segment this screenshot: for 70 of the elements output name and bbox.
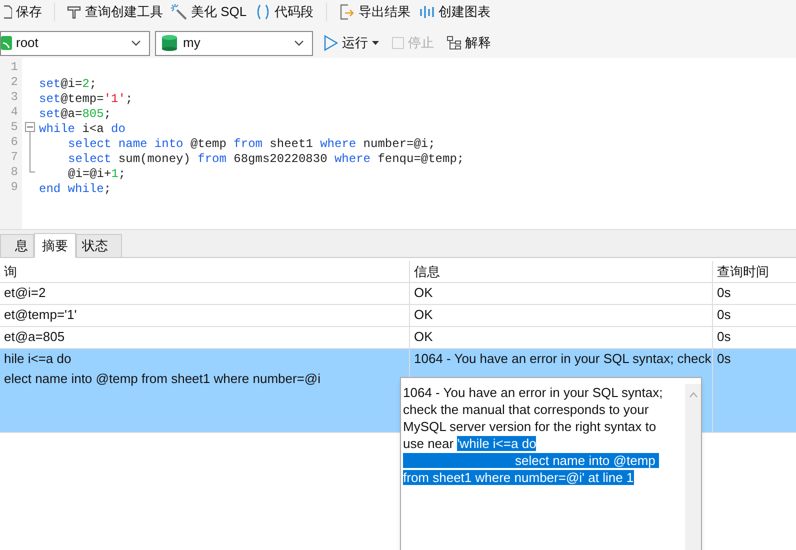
code-line: set@i=2;	[39, 76, 97, 92]
table-cell-text: 0s	[717, 328, 732, 346]
table-cell-text: OK	[414, 306, 434, 324]
table-cell-text: et@temp='1'	[4, 306, 78, 324]
code-line: @i=@i+1;	[68, 166, 126, 182]
table-cell-text: et@i=2	[4, 284, 47, 302]
table-cell-text: OK	[414, 284, 434, 302]
table-cell-text: OK	[414, 328, 434, 346]
line-number: 7	[10, 150, 19, 165]
toolbar-button[interactable]: 查询创建工具	[63, 1, 167, 23]
bar-chart-icon	[418, 4, 435, 20]
table-cell-text: 0s	[717, 306, 732, 324]
fold-toggle-icon[interactable]	[25, 122, 35, 132]
toolbar-button[interactable]: 保存	[0, 1, 46, 23]
code-line: end while;	[39, 180, 112, 198]
line-number: 1	[10, 60, 19, 75]
action-button[interactable]: 运行	[320, 32, 383, 54]
code-line: select sum(money) from 68gms20220830 where fenqu=@temp;	[68, 150, 464, 168]
toolbar-button[interactable]: 创建图表	[414, 1, 495, 23]
play-icon	[324, 35, 338, 51]
error-text-line: check the manual that corresponds to your	[403, 401, 650, 418]
column-header[interactable]: 询	[0, 261, 409, 282]
toolbar-button[interactable]: 美化 SQL	[167, 1, 251, 23]
error-text-line: use near 'while i<=a do	[403, 435, 538, 452]
table-cell-text: 0s	[717, 350, 732, 368]
toolbar-button[interactable]: 导出结果	[334, 1, 415, 23]
result-tab[interactable]: 息	[0, 234, 34, 258]
line-number: 9	[10, 180, 19, 195]
scrollbar[interactable]	[685, 384, 701, 550]
dropdown-arrow-icon	[372, 41, 379, 45]
chevron-down-icon	[131, 40, 141, 46]
tree-icon	[447, 36, 461, 50]
code-line: set@temp='1';	[39, 90, 133, 108]
line-number: 2	[10, 75, 19, 90]
connection-icon	[1, 35, 13, 51]
line-number: 3	[10, 90, 19, 105]
connection-dropdown[interactable]: root	[0, 30, 150, 56]
toolbar-button[interactable]: 代码段	[250, 1, 318, 23]
column-header[interactable]: 信息	[409, 261, 712, 282]
column-header[interactable]: 查询时间	[712, 261, 796, 282]
parentheses-icon	[254, 4, 271, 20]
line-number: 4	[10, 105, 19, 120]
result-tab[interactable]: 状态	[76, 234, 122, 258]
fold-guide-line	[29, 132, 35, 173]
code-line: set@a=805;	[39, 106, 112, 122]
action-button[interactable]: 解释	[443, 32, 495, 54]
table-row[interactable]: et@temp='1' OK 0s	[0, 305, 796, 327]
table-cell-text: 1064 - You have an error in your SQL syntax; check	[414, 350, 712, 368]
code-line: while i<a do	[39, 120, 126, 138]
table-row[interactable]: et@a=805 OK 0s	[0, 327, 796, 349]
result-tab[interactable]: 摘要	[34, 233, 76, 258]
table-cell-text: et@a=805	[4, 328, 66, 346]
error-text-line: MySQL server version for the right syntax to	[403, 418, 658, 435]
line-number: 5	[10, 120, 19, 135]
stop-icon	[392, 37, 404, 49]
scroll-up-icon[interactable]	[688, 392, 698, 398]
database-icon	[162, 35, 177, 51]
error-text-line: 1064 - You have an error in your SQL syntax;	[403, 384, 664, 401]
chevron-down-icon	[294, 40, 304, 46]
table-cell-text: 0s	[717, 284, 732, 302]
line-number: 8	[10, 165, 19, 180]
export-icon	[338, 4, 355, 20]
line-number: 6	[10, 135, 19, 150]
database-dropdown[interactable]: my	[155, 30, 313, 56]
table-row[interactable]: et@i=2 OK 0s	[0, 283, 796, 305]
code-line: select name into @temp from sheet1 where number=@i;	[68, 136, 436, 152]
table-cell-text: hile i<=a do	[4, 350, 72, 368]
table-cell-text: elect name into @temp from sheet1 where number=@i	[4, 370, 322, 388]
magic-wand-icon	[171, 4, 187, 20]
hammer-icon	[67, 5, 81, 19]
